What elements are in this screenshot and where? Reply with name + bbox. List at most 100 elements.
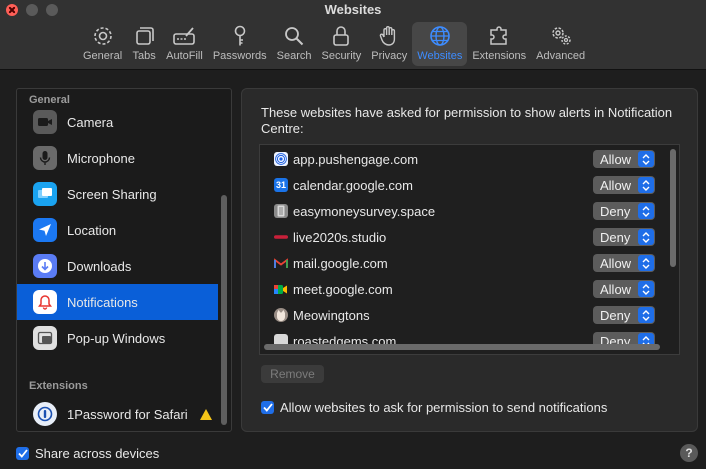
- chevron-up-down-icon: [638, 307, 654, 323]
- sidebar-item-screen-sharing[interactable]: Screen Sharing: [17, 176, 218, 212]
- chevron-up-down-icon: [638, 229, 654, 245]
- tab-label: Advanced: [536, 50, 586, 62]
- google-meet-favicon: [274, 282, 288, 296]
- sidebar-item-label: Notifications: [67, 294, 138, 310]
- permission-value: Allow: [600, 177, 632, 193]
- tab-label: Privacy: [371, 50, 408, 62]
- tab-advanced[interactable]: Advanced: [531, 22, 590, 66]
- chevron-up-down-icon: [638, 255, 654, 271]
- gears-icon: [551, 27, 571, 45]
- tab-websites[interactable]: Websites: [412, 22, 468, 66]
- permission-select[interactable]: Allow: [593, 150, 655, 168]
- remove-button[interactable]: Remove: [261, 365, 324, 383]
- list-vertical-scrollbar[interactable]: [670, 149, 676, 267]
- website-row[interactable]: mail.google.com Allow: [260, 250, 665, 276]
- sidebar-scrollbar[interactable]: [221, 195, 227, 425]
- generic-site-favicon: [274, 204, 288, 218]
- notifications-panel: These websites have asked for permission…: [241, 88, 698, 432]
- live-studio-favicon: [274, 230, 288, 244]
- website-row[interactable]: meet.google.com Allow: [260, 276, 665, 302]
- sidebar-item-popup-windows[interactable]: Pop-up Windows: [17, 320, 218, 356]
- chevron-up-down-icon: [638, 281, 654, 297]
- gmail-favicon: [274, 256, 288, 270]
- allow-ask-permission-checkbox[interactable]: Allow websites to ask for permission to …: [261, 400, 607, 415]
- permission-select[interactable]: Deny: [593, 202, 655, 220]
- pushengage-favicon: [274, 152, 288, 166]
- location-icon: [33, 218, 57, 242]
- meowingtons-favicon: [274, 308, 288, 322]
- website-row[interactable]: 31 calendar.google.com Allow: [260, 172, 665, 198]
- permission-select[interactable]: Allow: [593, 280, 655, 298]
- website-domain: app.pushengage.com: [293, 151, 419, 167]
- warning-icon: [199, 408, 212, 420]
- tab-passwords[interactable]: Passwords: [208, 22, 272, 66]
- tab-tabs[interactable]: Tabs: [127, 22, 161, 66]
- tab-label: Tabs: [132, 50, 156, 62]
- permission-value: Allow: [600, 151, 632, 167]
- screen-sharing-icon: [33, 182, 57, 206]
- checkmark-icon: [16, 447, 29, 460]
- tab-label: Security: [321, 50, 362, 62]
- share-across-devices-checkbox[interactable]: Share across devices: [16, 446, 159, 461]
- tab-general[interactable]: General: [78, 22, 127, 66]
- sidebar-item-label: Screen Sharing: [67, 186, 157, 202]
- panel-description: These websites have asked for permission…: [261, 105, 673, 136]
- toolbar: Websites General Tabs AutoFill Passwords…: [0, 0, 706, 70]
- tab-label: Websites: [417, 50, 463, 62]
- website-domain: live2020s.studio: [293, 229, 387, 245]
- microphone-icon: [33, 146, 57, 170]
- extension-icon: [490, 26, 507, 45]
- permission-select[interactable]: Deny: [593, 306, 655, 324]
- preferences-tabs: General Tabs AutoFill Passwords Search S…: [78, 22, 590, 66]
- tab-label: AutoFill: [166, 50, 203, 62]
- sidebar-item-1password[interactable]: 1Password for Safari: [17, 396, 218, 431]
- websites-list[interactable]: app.pushengage.com Allow 31 calendar.goo…: [259, 144, 680, 355]
- tab-privacy[interactable]: Privacy: [366, 22, 412, 66]
- sidebar-item-camera[interactable]: Camera: [17, 104, 218, 140]
- sidebar-item-label: 1Password for Safari: [67, 406, 188, 422]
- bell-icon: [33, 290, 57, 314]
- website-row[interactable]: live2020s.studio Deny: [260, 224, 665, 250]
- website-row[interactable]: easymoneysurvey.space Deny: [260, 198, 665, 224]
- permission-select[interactable]: Deny: [593, 228, 655, 246]
- checkmark-icon: [261, 401, 274, 414]
- sidebar-item-label: Location: [67, 222, 117, 238]
- tab-extensions[interactable]: Extensions: [467, 22, 531, 66]
- extensions-section-label: Extensions: [29, 380, 88, 392]
- chevron-up-down-icon: [638, 177, 654, 193]
- website-domain: meet.google.com: [293, 281, 393, 297]
- sidebar-item-location[interactable]: Location: [17, 212, 218, 248]
- google-calendar-favicon: 31: [274, 178, 288, 192]
- tab-security[interactable]: Security: [316, 22, 366, 66]
- website-row[interactable]: roastedgems.com Deny: [260, 328, 665, 354]
- popup-windows-icon: [33, 326, 57, 350]
- sidebar-item-label: Downloads: [67, 258, 132, 274]
- sidebar-item-label: Camera: [67, 114, 114, 130]
- globe-icon: [430, 26, 450, 46]
- permission-value: Deny: [600, 307, 631, 323]
- website-row[interactable]: app.pushengage.com Allow: [260, 146, 665, 172]
- permission-select[interactable]: Allow: [593, 254, 655, 272]
- sidebar-item-notifications[interactable]: Notifications: [17, 284, 218, 320]
- window-title: Websites: [324, 2, 382, 17]
- list-horizontal-scrollbar[interactable]: [264, 344, 660, 350]
- share-label: Share across devices: [35, 446, 160, 461]
- tab-autofill[interactable]: AutoFill: [161, 22, 208, 66]
- sidebar-item-microphone[interactable]: Microphone: [17, 140, 218, 176]
- help-button[interactable]: ?: [680, 444, 698, 462]
- tab-label: General: [83, 50, 123, 62]
- permissions-sidebar[interactable]: General Camera Microphone Screen Sharing…: [16, 88, 232, 432]
- downloads-icon: [33, 254, 57, 278]
- gear-icon: [93, 27, 112, 45]
- permission-value: Allow: [600, 281, 632, 297]
- website-row[interactable]: Meowingtons Deny: [260, 302, 665, 328]
- tab-label: Search: [276, 50, 312, 62]
- website-domain: easymoneysurvey.space: [293, 203, 436, 219]
- tab-search[interactable]: Search: [272, 22, 317, 66]
- tab-label: Extensions: [472, 50, 527, 62]
- sidebar-item-label: Pop-up Windows: [67, 330, 166, 346]
- sidebar-item-label: Microphone: [67, 150, 135, 166]
- autofill-icon: [173, 27, 196, 45]
- sidebar-item-downloads[interactable]: Downloads: [17, 248, 218, 284]
- permission-select[interactable]: Allow: [593, 176, 655, 194]
